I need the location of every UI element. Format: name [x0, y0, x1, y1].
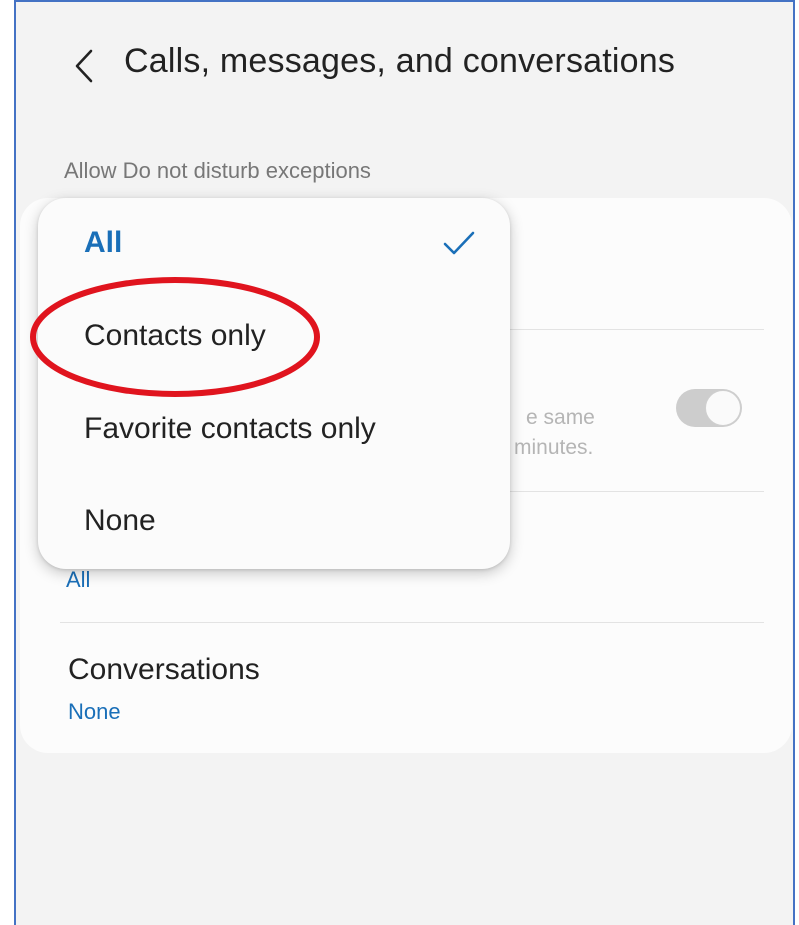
highlight-circle-annotation [30, 277, 320, 397]
chevron-left-icon [75, 49, 93, 83]
page-title: Calls, messages, and conversations [124, 42, 676, 80]
repeat-caller-desc-line1: e same [526, 406, 595, 429]
repeat-caller-desc-line2: minutes. [514, 436, 594, 459]
conversations-row[interactable]: Conversations None [20, 623, 792, 753]
screen-frame: Calls, messages, and conversations Allow… [14, 0, 795, 925]
repeat-callers-toggle[interactable] [676, 389, 742, 427]
section-label: Allow Do not disturb exceptions [64, 158, 371, 183]
toggle-knob [705, 390, 741, 426]
option-label: All [84, 226, 123, 259]
conversations-title: Conversations [68, 653, 260, 686]
option-label: None [84, 504, 156, 537]
messages-value: All [66, 567, 91, 592]
checkmark-icon [443, 231, 475, 255]
option-none[interactable]: None [38, 476, 510, 568]
back-button[interactable] [64, 44, 104, 88]
conversations-value: None [68, 699, 121, 724]
option-label: Favorite contacts only [84, 412, 376, 445]
